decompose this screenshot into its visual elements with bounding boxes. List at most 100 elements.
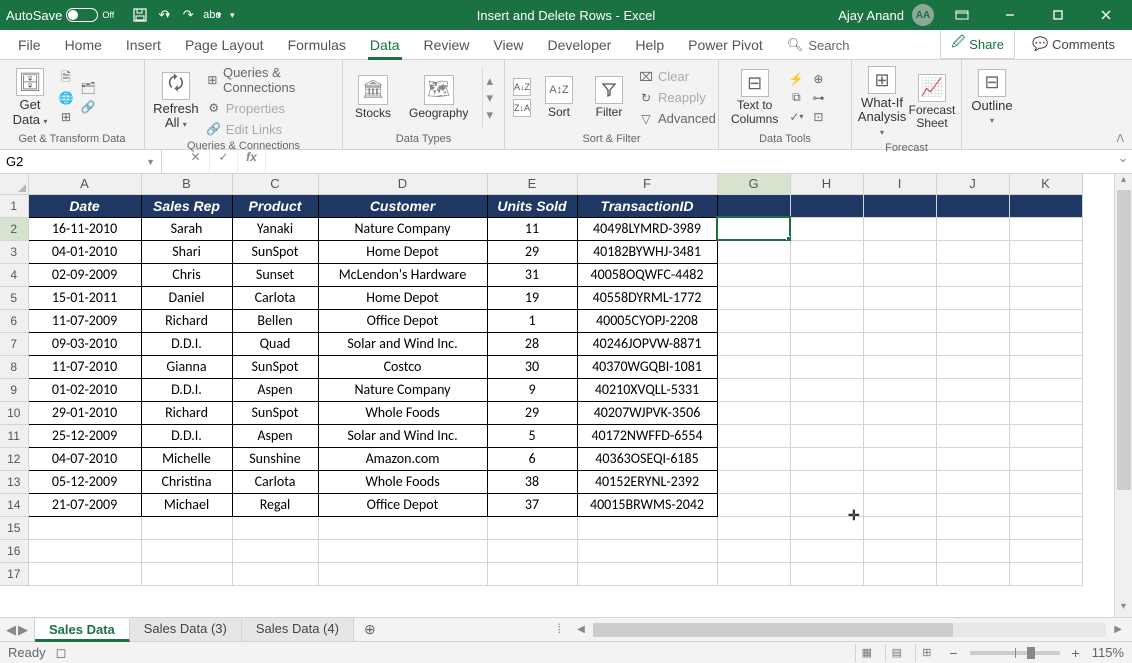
cell-B6[interactable]: Richard bbox=[141, 309, 232, 332]
cell-C1[interactable]: Product bbox=[232, 194, 318, 217]
tab-power-pivot[interactable]: Power Pivot bbox=[676, 31, 775, 59]
row-header-9[interactable]: 9 bbox=[0, 378, 28, 401]
cell-F12[interactable]: 40363OSEQI-6185 bbox=[577, 447, 717, 470]
maximize-button[interactable] bbox=[1038, 0, 1078, 30]
cell-C15[interactable] bbox=[232, 516, 318, 539]
cell-B1[interactable]: Sales Rep bbox=[141, 194, 232, 217]
geography-button[interactable]: 🗺 Geography bbox=[407, 73, 470, 122]
cell-C12[interactable]: Sunshine bbox=[232, 447, 318, 470]
cell-C4[interactable]: Sunset bbox=[232, 263, 318, 286]
cell-C3[interactable]: SunSpot bbox=[232, 240, 318, 263]
column-header-F[interactable]: F bbox=[577, 174, 717, 194]
spreadsheet-grid[interactable]: ABCDEFGHIJK1DateSales RepProductCustomer… bbox=[0, 174, 1083, 586]
cell-J8[interactable] bbox=[936, 355, 1009, 378]
vertical-scrollbar[interactable]: ▴ ▾ bbox=[1114, 174, 1132, 617]
cell-G9[interactable] bbox=[717, 378, 790, 401]
cell-G12[interactable] bbox=[717, 447, 790, 470]
cell-F14[interactable]: 40015BRWMS-2042 bbox=[577, 493, 717, 516]
close-button[interactable] bbox=[1086, 0, 1126, 30]
data-model-icon[interactable]: ⊡ bbox=[810, 109, 826, 125]
cell-E4[interactable]: 31 bbox=[487, 263, 577, 286]
datatype-nav[interactable]: ▴▾▾ bbox=[482, 67, 496, 129]
cell-E11[interactable]: 5 bbox=[487, 424, 577, 447]
column-header-J[interactable]: J bbox=[936, 174, 1009, 194]
cell-A2[interactable]: 16-11-2010 bbox=[28, 217, 141, 240]
row-header-3[interactable]: 3 bbox=[0, 240, 28, 263]
cell-D10[interactable]: Whole Foods bbox=[318, 401, 487, 424]
cell-H13[interactable] bbox=[790, 470, 863, 493]
chevron-down-icon[interactable]: ▼ bbox=[146, 157, 155, 167]
cell-A8[interactable]: 11-07-2010 bbox=[28, 355, 141, 378]
row-header-15[interactable]: 15 bbox=[0, 516, 28, 539]
cell-A7[interactable]: 09-03-2010 bbox=[28, 332, 141, 355]
stocks-button[interactable]: 🏛 Stocks bbox=[351, 73, 395, 122]
cell-E1[interactable]: Units Sold bbox=[487, 194, 577, 217]
cell-D4[interactable]: McLendon's Hardware bbox=[318, 263, 487, 286]
cell-F7[interactable]: 40246JOPVW-8871 bbox=[577, 332, 717, 355]
cell-J11[interactable] bbox=[936, 424, 1009, 447]
column-header-I[interactable]: I bbox=[863, 174, 936, 194]
cell-F11[interactable]: 40172NWFFD-6554 bbox=[577, 424, 717, 447]
cell-F3[interactable]: 40182BYWHJ-3481 bbox=[577, 240, 717, 263]
tab-developer[interactable]: Developer bbox=[536, 31, 624, 59]
properties-button[interactable]: ⚙Properties bbox=[205, 99, 334, 117]
cell-H16[interactable] bbox=[790, 539, 863, 562]
column-header-D[interactable]: D bbox=[318, 174, 487, 194]
cell-D12[interactable]: Amazon.com bbox=[318, 447, 487, 470]
cell-D14[interactable]: Office Depot bbox=[318, 493, 487, 516]
macro-record-icon[interactable]: ◻ bbox=[56, 645, 67, 661]
tab-file[interactable]: File bbox=[6, 31, 53, 59]
cell-A9[interactable]: 01-02-2010 bbox=[28, 378, 141, 401]
recent-sources-icon[interactable]: 🗂 bbox=[80, 80, 96, 96]
cell-E8[interactable]: 30 bbox=[487, 355, 577, 378]
cell-C14[interactable]: Regal bbox=[232, 493, 318, 516]
sheet-nav[interactable]: ◀▶ bbox=[0, 618, 34, 641]
cell-D17[interactable] bbox=[318, 562, 487, 585]
cell-G13[interactable] bbox=[717, 470, 790, 493]
cell-K15[interactable] bbox=[1009, 516, 1082, 539]
cell-E17[interactable] bbox=[487, 562, 577, 585]
cell-E7[interactable]: 28 bbox=[487, 332, 577, 355]
normal-view-button[interactable]: ▦ bbox=[855, 644, 877, 662]
sort-descending-button[interactable]: Z↓A bbox=[513, 99, 531, 117]
cell-A1[interactable]: Date bbox=[28, 194, 141, 217]
cell-F10[interactable]: 40207WJPVK-3506 bbox=[577, 401, 717, 424]
add-sheet-button[interactable]: ⊕ bbox=[354, 618, 386, 641]
cell-I14[interactable] bbox=[863, 493, 936, 516]
row-header-10[interactable]: 10 bbox=[0, 401, 28, 424]
row-header-1[interactable]: 1 bbox=[0, 194, 28, 217]
row-header-17[interactable]: 17 bbox=[0, 562, 28, 585]
cell-D2[interactable]: Nature Company bbox=[318, 217, 487, 240]
autosave-toggle[interactable]: AutoSave Off bbox=[6, 8, 114, 23]
cell-E6[interactable]: 1 bbox=[487, 309, 577, 332]
row-header-8[interactable]: 8 bbox=[0, 355, 28, 378]
cell-A17[interactable] bbox=[28, 562, 141, 585]
cell-B14[interactable]: Michael bbox=[141, 493, 232, 516]
save-icon[interactable] bbox=[132, 7, 148, 23]
cell-D8[interactable]: Costco bbox=[318, 355, 487, 378]
cell-J1[interactable] bbox=[936, 194, 1009, 217]
column-header-C[interactable]: C bbox=[232, 174, 318, 194]
redo-icon[interactable]: ↷ bbox=[180, 7, 196, 23]
cell-B11[interactable]: D.D.I. bbox=[141, 424, 232, 447]
forecast-sheet-button[interactable]: 📈 Forecast Sheet bbox=[910, 72, 954, 132]
cell-G7[interactable] bbox=[717, 332, 790, 355]
cell-B10[interactable]: Richard bbox=[141, 401, 232, 424]
edit-links-button[interactable]: 🔗Edit Links bbox=[205, 120, 334, 138]
user-avatar[interactable]: AA bbox=[912, 4, 934, 26]
cell-B13[interactable]: Christina bbox=[141, 470, 232, 493]
remove-duplicates-icon[interactable]: ⧉ bbox=[788, 90, 804, 106]
cell-I15[interactable] bbox=[863, 516, 936, 539]
cell-H7[interactable] bbox=[790, 332, 863, 355]
cell-J6[interactable] bbox=[936, 309, 1009, 332]
cell-D7[interactable]: Solar and Wind Inc. bbox=[318, 332, 487, 355]
cell-E15[interactable] bbox=[487, 516, 577, 539]
cell-K13[interactable] bbox=[1009, 470, 1082, 493]
reapply-button[interactable]: ↻Reapply bbox=[637, 89, 717, 107]
cell-B7[interactable]: D.D.I. bbox=[141, 332, 232, 355]
cell-E2[interactable]: 11 bbox=[487, 217, 577, 240]
cell-G17[interactable] bbox=[717, 562, 790, 585]
tell-me-search[interactable]: 🔍︎ Search bbox=[775, 31, 862, 59]
cell-D15[interactable] bbox=[318, 516, 487, 539]
cell-A10[interactable]: 29-01-2010 bbox=[28, 401, 141, 424]
